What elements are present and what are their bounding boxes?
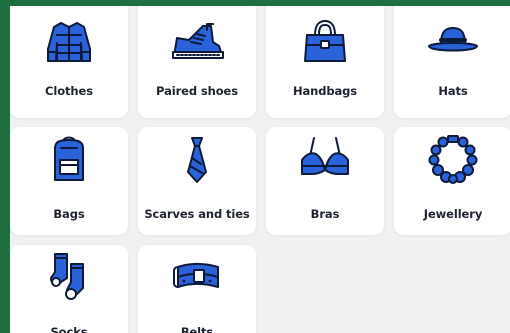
category-tile-jewellery[interactable]: Jewellery	[394, 127, 510, 235]
category-tile-handbags[interactable]: Handbags	[266, 6, 384, 118]
jacket-icon	[10, 18, 128, 66]
category-label: Jewellery	[423, 207, 483, 221]
category-label: Bras	[310, 207, 340, 221]
category-label: Paired shoes	[156, 84, 238, 98]
category-tile-clothes[interactable]: Clothes	[10, 6, 128, 118]
socks-icon	[10, 253, 128, 301]
category-label: Handbags	[292, 84, 358, 98]
category-tile-belts[interactable]: Belts	[138, 245, 256, 333]
category-label: Bags	[53, 207, 85, 221]
handbag-icon	[266, 18, 384, 66]
category-tile-bags[interactable]: Bags	[10, 127, 128, 235]
category-tile-hats[interactable]: Hats	[394, 6, 510, 118]
category-tile-socks[interactable]: Socks	[10, 245, 128, 333]
bra-icon	[266, 135, 384, 183]
category-label: Scarves and ties	[144, 207, 250, 221]
category-label: Socks	[50, 325, 88, 333]
belt-icon	[138, 253, 256, 301]
category-tile-bras[interactable]: Bras	[266, 127, 384, 235]
category-label: Hats	[438, 84, 468, 98]
sneaker-icon	[138, 18, 256, 66]
category-tile-paired-shoes[interactable]: Paired shoes	[138, 6, 256, 118]
necklace-icon	[394, 135, 510, 184]
category-label: Belts	[180, 325, 214, 333]
category-label: Clothes	[45, 84, 93, 98]
hat-icon	[394, 18, 510, 66]
tie-icon	[138, 135, 256, 183]
category-grid: Clothes Paired shoes Handbags Hats Bags …	[10, 6, 510, 333]
backpack-icon	[10, 135, 128, 183]
category-tile-scarves-and-ties[interactable]: Scarves and ties	[138, 127, 256, 235]
